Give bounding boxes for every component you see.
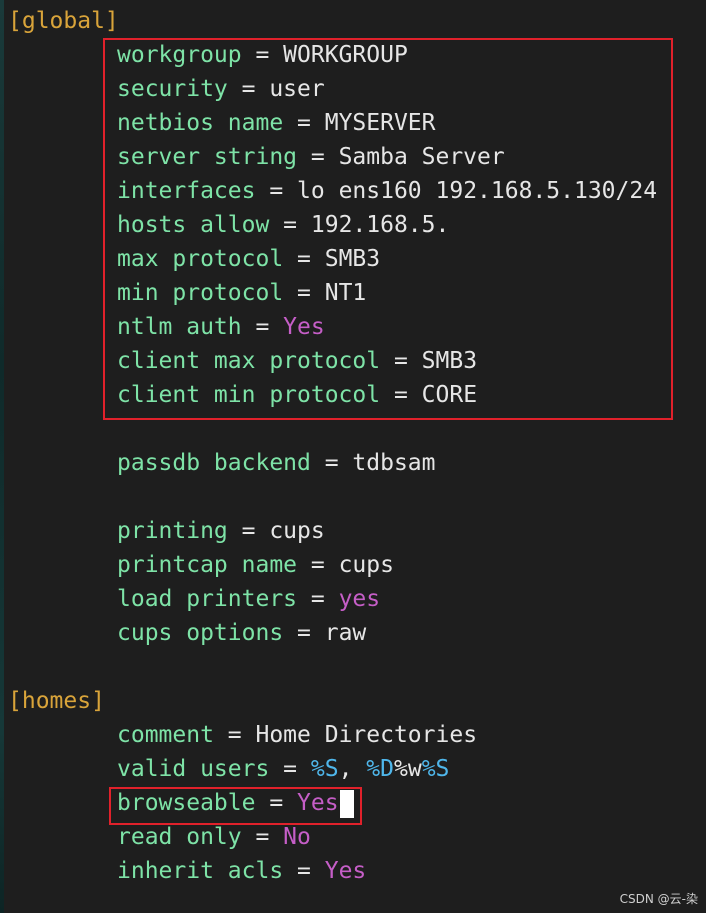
equals-sign: = (310, 450, 353, 476)
space-separator (352, 756, 366, 782)
config-line-inherit-acls[interactable]: inherit acls = Yes (117, 854, 366, 888)
macro-token: %D (366, 756, 394, 782)
highlight-box-global-settings (103, 38, 673, 420)
equals-sign: = (269, 756, 311, 782)
config-key: load printers (117, 586, 298, 612)
equals-sign: = (241, 824, 284, 850)
equals-sign: = (283, 620, 325, 646)
equals-sign: = (283, 858, 325, 884)
config-key: printcap name (117, 552, 298, 578)
config-line-passdb-backend[interactable]: passdb backend = tdbsam (117, 446, 436, 480)
equals-sign: = (297, 586, 339, 612)
highlight-box-browseable (109, 787, 362, 825)
config-line-read-only[interactable]: read only = No (117, 820, 311, 854)
config-value-boolean: No (283, 824, 311, 850)
config-line-printing[interactable]: printing = cups (117, 514, 325, 548)
config-key: comment (117, 722, 214, 748)
config-line-printcap-name[interactable]: printcap name = cups (117, 548, 394, 582)
macro-token: %S (310, 756, 339, 782)
config-line-load-printers[interactable]: load printers = yes (117, 582, 380, 616)
watermark: CSDN @云-染 (619, 892, 698, 906)
equals-sign: = (213, 722, 256, 748)
comma-separator: , (338, 756, 353, 782)
config-value: raw (324, 620, 367, 646)
config-line-valid-users[interactable]: valid users = %S, %D%w%S (117, 752, 449, 786)
section-header-homes: [homes] (8, 688, 105, 714)
config-key: printing (117, 518, 228, 544)
config-key: inherit acls (117, 858, 284, 884)
config-value: cups (269, 518, 325, 544)
terminal-left-edge (0, 0, 4, 913)
equals-sign: = (227, 518, 270, 544)
config-key: passdb backend (117, 450, 311, 476)
config-value-boolean: Yes (324, 858, 367, 884)
config-value: Home Directories (255, 722, 478, 748)
macro-token: %S (421, 756, 450, 782)
config-line-cups-options[interactable]: cups options = raw (117, 616, 366, 650)
config-value: cups (338, 552, 394, 578)
equals-sign: = (297, 552, 339, 578)
plain-token: %w (394, 756, 422, 782)
config-line-comment[interactable]: comment = Home Directories (117, 718, 477, 752)
config-value-boolean: yes (338, 586, 381, 612)
config-key: cups options (117, 620, 284, 646)
config-value: tdbsam (352, 450, 436, 476)
config-key: valid users (117, 756, 270, 782)
section-header-global: [global] (8, 8, 119, 34)
config-key: read only (117, 824, 242, 850)
